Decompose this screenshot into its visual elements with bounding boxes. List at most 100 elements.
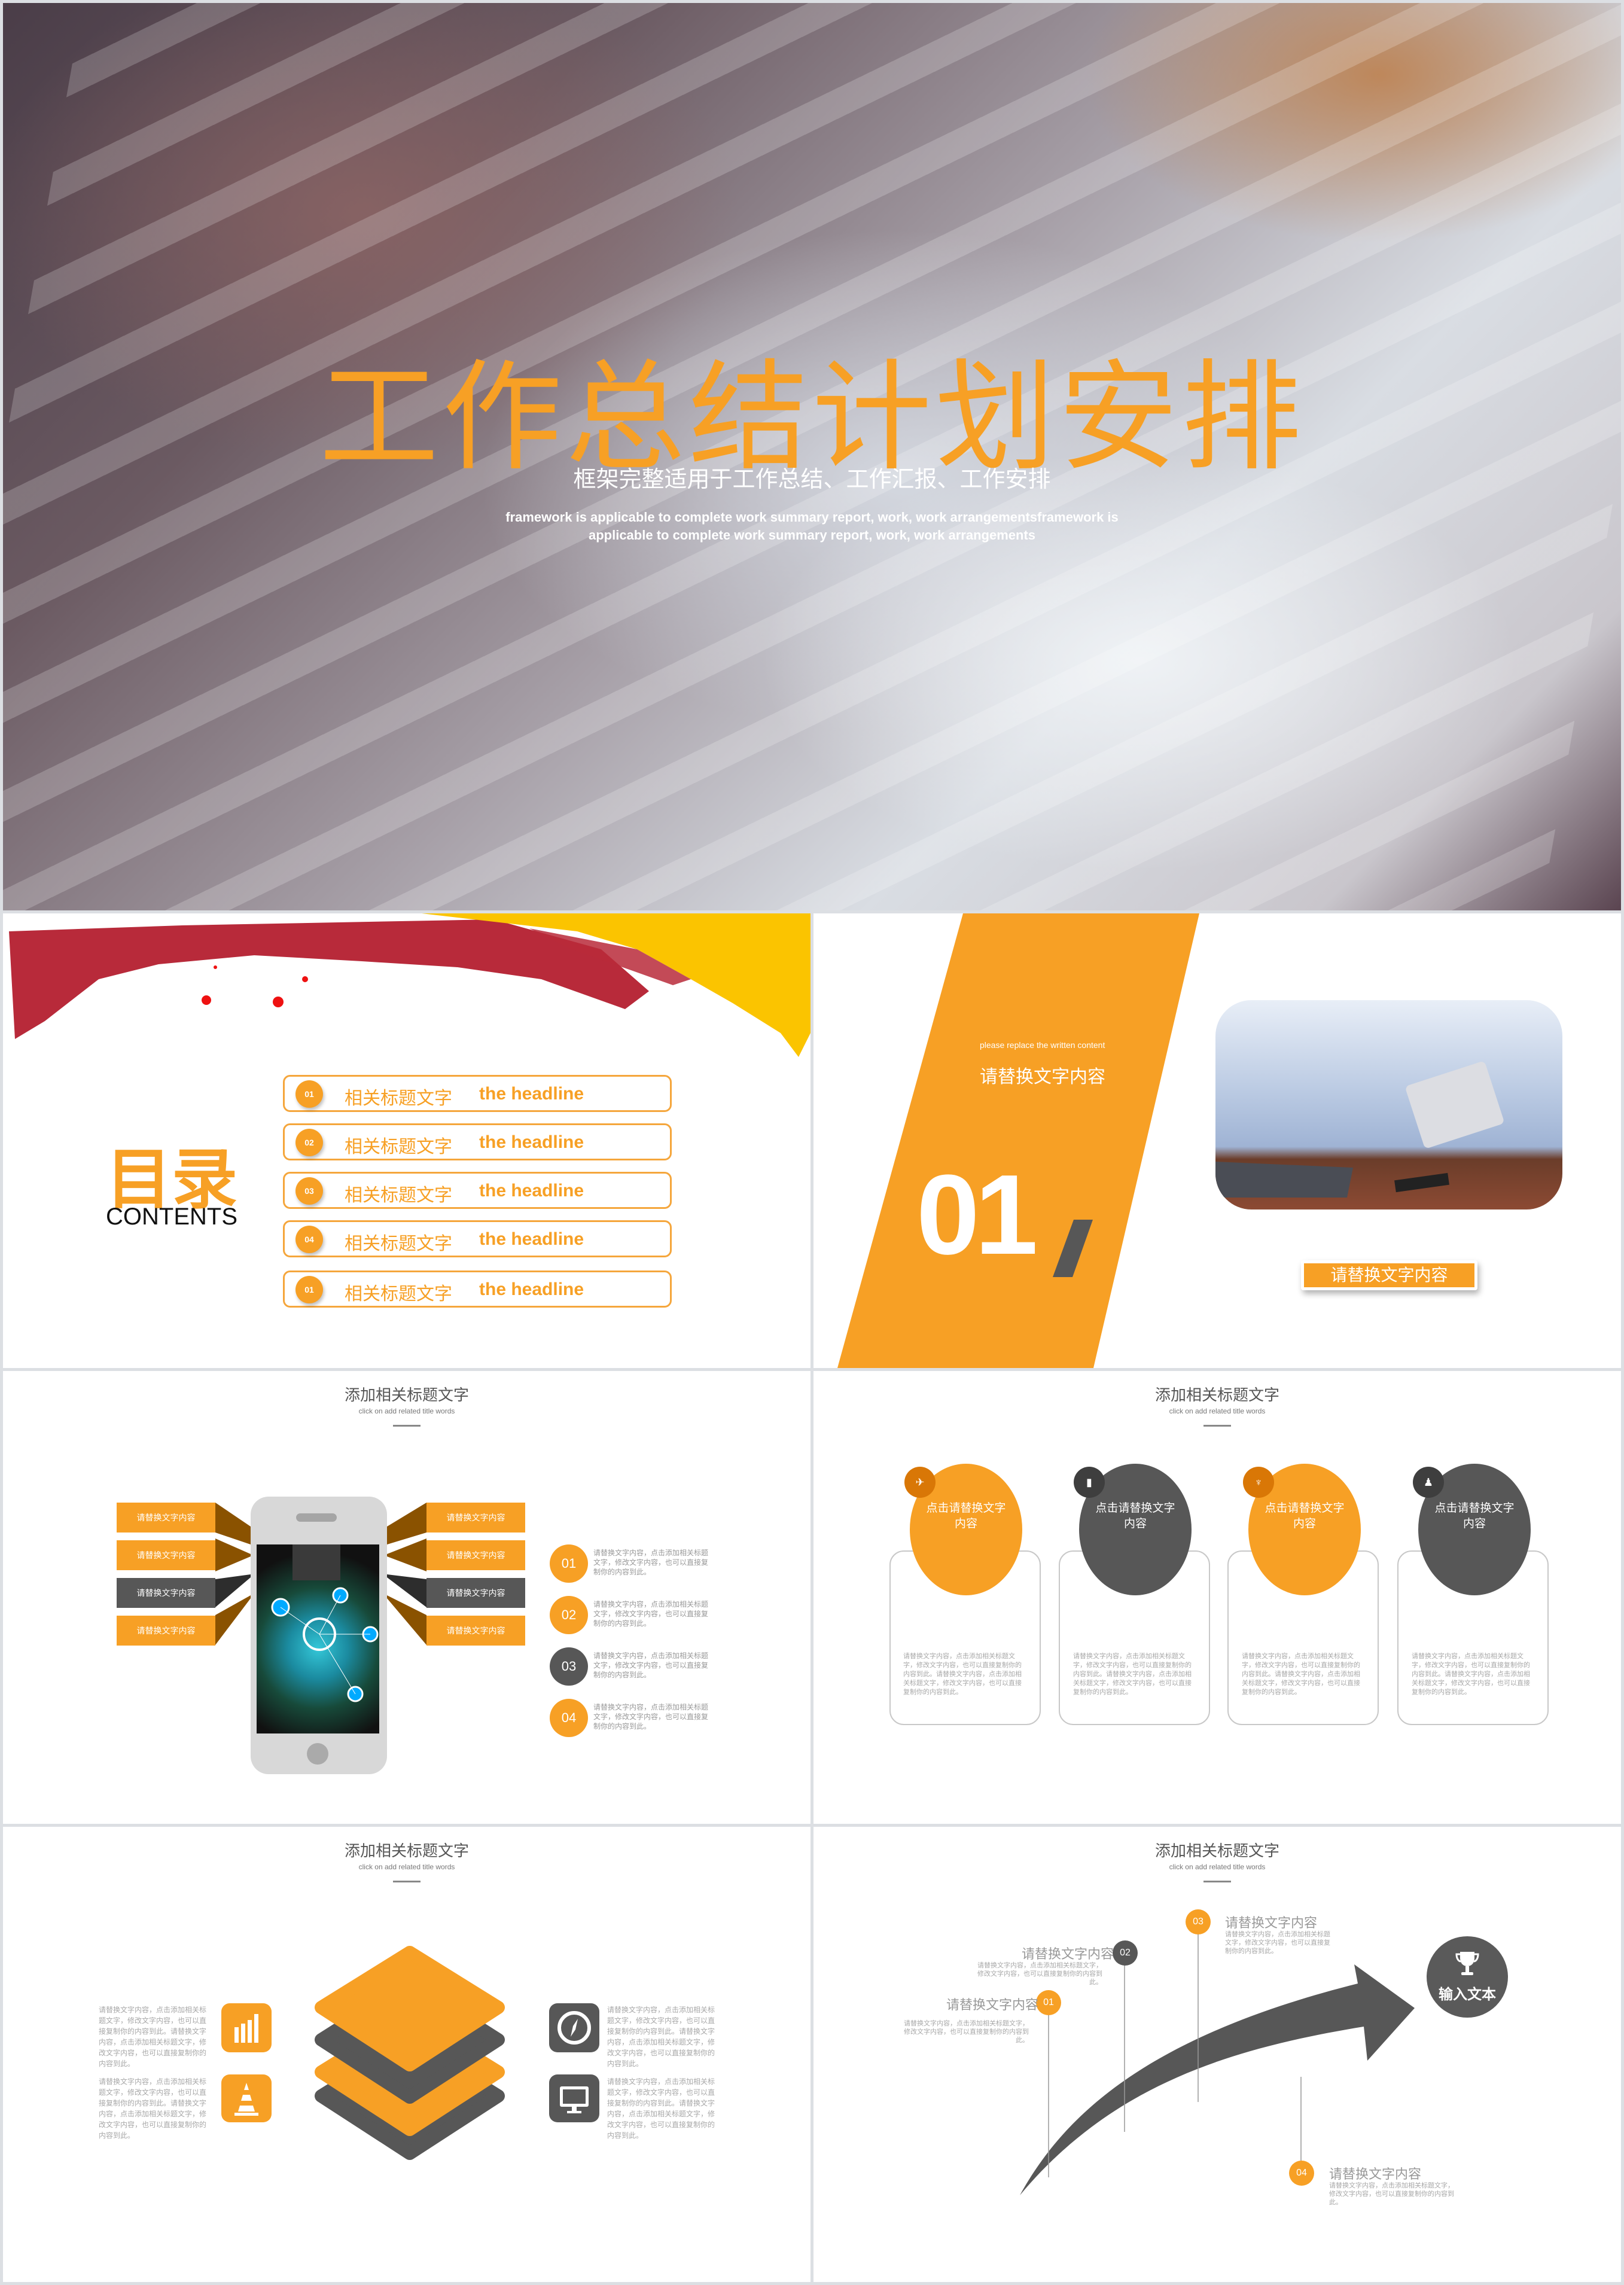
phone-right-box[interactable]: 请替换文字内容 [426, 1503, 525, 1533]
phone-home-button [307, 1743, 328, 1765]
step-number-badge: 02 [1113, 1940, 1138, 1966]
card-circle-label: 点击请替换文字内容 [1265, 1502, 1345, 1530]
toc-item-label: 相关标题文字 [345, 1234, 452, 1254]
phone-left-box[interactable]: 请替换文字内容 [117, 1503, 215, 1533]
user-icon: ♟ [1413, 1467, 1444, 1498]
replace-text-button[interactable]: 请替换文字内容 [1301, 1260, 1477, 1290]
brush-stroke-decoration [9, 913, 811, 1057]
card-circle-label: 点击请替换文字内容 [1095, 1502, 1175, 1530]
point-number-badge: 04 [550, 1699, 588, 1737]
point-number-badge: 02 [550, 1596, 588, 1634]
toc-item-label-en: the headline [479, 1084, 584, 1104]
toc-item-number: 02 [295, 1129, 323, 1156]
toc-item[interactable]: 01 相关标题文字 the headline [283, 1271, 672, 1308]
card-circle-label: 点击请替换文字内容 [926, 1502, 1006, 1530]
card-description: 请替换文字内容，点击添加相关标题文字，修改文字内容，也可以直接复制你的内容到此。… [1412, 1653, 1530, 1696]
growth-arrow-graphic [1020, 1920, 1415, 2195]
milestone-dot [1119, 2132, 1130, 2143]
toc-item-number: 01 [295, 1276, 323, 1303]
point-description: 请替换文字内容，点击添加相关标题文字，修改文字内容，也可以直接复制你的内容到此。 [593, 1652, 709, 1679]
toc-item-label: 相关标题文字 [345, 1089, 452, 1108]
diagonal-orange-band [837, 913, 1199, 1368]
cover-english-text: framework is applicable to complete work… [3, 508, 1621, 544]
card-description: 请替换文字内容，点击添加相关标题文字，修改文字内容，也可以直接复制你的内容到此。… [1073, 1653, 1192, 1696]
card-description: 请替换文字内容，点击添加相关标题文字，修改文字内容，也可以直接复制你的内容到此。… [1242, 1653, 1360, 1696]
toc-item[interactable]: 03 相关标题文字 the headline [283, 1172, 672, 1209]
cover-subtitle: 框架完整适用于工作总结、工作汇报、工作安排 [573, 467, 1051, 492]
step-heading: 请替换文字内容 [946, 1997, 1039, 2012]
phone-right-box[interactable]: 请替换文字内容 [426, 1540, 525, 1570]
point-number-badge: 03 [550, 1647, 588, 1686]
phone-left-box[interactable]: 请替换文字内容 [117, 1540, 215, 1570]
toc-item-number: 03 [295, 1177, 323, 1205]
compass-icon [549, 2003, 599, 2052]
toc-item-label-en: the headline [479, 1229, 584, 1249]
toc-item[interactable]: 02 相关标题文字 the headline [283, 1123, 672, 1160]
contents-title-en: CONTENTS [106, 1204, 237, 1230]
card-description: 请替换文字内容，点击添加相关标题文字，修改文字内容，也可以直接复制你的内容到此。… [903, 1653, 1022, 1696]
phone-left-box[interactable]: 请替换文字内容 [117, 1616, 215, 1646]
traffic-cone-icon [221, 2074, 272, 2122]
goal-label: 输入文本 [1439, 1987, 1496, 2003]
step-number-badge: 04 [1289, 2161, 1314, 2186]
point-number-badge: 01 [550, 1544, 588, 1583]
network-businessman-photo [257, 1544, 379, 1733]
step-description: 请替换文字内容，点击添加相关标题文字，修改文字内容，也可以直接复制你的内容到此。 [977, 1962, 1102, 1986]
slide-contents[interactable]: 目录 CONTENTS 01 相关标题文字 the headline 02 相关… [3, 913, 811, 1368]
layer-description: 请替换文字内容，点击添加相关标题文字，修改文字内容，也可以直接复制你的内容到此。… [99, 2077, 207, 2140]
phone-right-box[interactable]: 请替换文字内容 [426, 1616, 525, 1646]
section-heading: 请替换文字内容 [980, 1067, 1105, 1087]
slide-cover[interactable]: 工作总结计划安排 框架完整适用于工作总结、工作汇报、工作安排 framework… [3, 3, 1621, 910]
clipboard-icon: ▮ [1074, 1467, 1105, 1498]
step-heading: 请替换文字内容 [1329, 2167, 1422, 2182]
section-caption-en: please replace the written content [980, 1040, 1105, 1050]
milestone-dot [1045, 2177, 1052, 2185]
phone-right-box[interactable]: 请替换文字内容 [426, 1578, 525, 1608]
step-description: 请替换文字内容，点击添加相关标题文字，修改文字内容，也可以直接复制你的内容到此。 [904, 2020, 1029, 2044]
phone-left-box[interactable]: 请替换文字内容 [117, 1578, 215, 1608]
slide-growth-arrow[interactable]: 添加相关标题文字 click on add related title word… [813, 1827, 1621, 2282]
monitor-icon [549, 2074, 599, 2122]
toc-item[interactable]: 04 相关标题文字 the headline [283, 1220, 672, 1257]
bar-chart-icon [221, 2003, 272, 2052]
slide-stacked-layers[interactable]: 添加相关标题文字 click on add related title word… [3, 1827, 811, 2282]
toc-item-number: 01 [295, 1080, 323, 1108]
hierarchy-icon: ♆ [1243, 1467, 1274, 1498]
point-description: 请替换文字内容，点击添加相关标题文字，修改文字内容，也可以直接复制你的内容到此。 [593, 1703, 709, 1730]
title-underline [1203, 1425, 1231, 1427]
paper-plane-icon: ✈ [904, 1467, 936, 1498]
toc-item-label-en: the headline [479, 1132, 584, 1152]
point-description: 请替换文字内容，点击添加相关标题文字，修改文字内容，也可以直接复制你的内容到此。 [593, 1549, 709, 1576]
cover-english-line-1: framework is applicable to complete work… [505, 510, 1119, 525]
goal-badge[interactable]: 输入文本 [1427, 1936, 1508, 2018]
toc-item[interactable]: 01 相关标题文字 the headline [283, 1075, 672, 1112]
step-heading: 请替换文字内容 [1225, 1915, 1318, 1930]
milestone-dot [1192, 2102, 1204, 2114]
step-description: 请替换文字内容，点击添加相关标题文字，修改文字内容，也可以直接复制你的内容到此。 [1225, 1931, 1330, 1955]
card-circle-label: 点击请替换文字内容 [1434, 1502, 1515, 1530]
slide-circle-cards[interactable]: 添加相关标题文字 click on add related title word… [813, 1371, 1621, 1824]
slide-title: 添加相关标题文字 [1154, 1386, 1279, 1404]
toc-item-label: 相关标题文字 [345, 1137, 452, 1157]
step-number-badge: 03 [1186, 1909, 1211, 1934]
slide-subtitle: click on add related title words [1169, 1407, 1266, 1415]
toc-item-label-en: the headline [479, 1279, 584, 1299]
layer-description: 请替换文字内容，点击添加相关标题文字，修改文字内容，也可以直接复制你的内容到此。… [607, 2006, 715, 2068]
toc-item-label: 相关标题文字 [345, 1284, 452, 1304]
slide-phone-diagram[interactable]: 添加相关标题文字 click on add related title word… [3, 1371, 811, 1824]
layer-description: 请替换文字内容，点击添加相关标题文字，修改文字内容，也可以直接复制你的内容到此。… [607, 2077, 715, 2140]
toc-item-label: 相关标题文字 [345, 1186, 452, 1205]
step-description: 请替换文字内容，点击添加相关标题文字，修改文字内容，也可以直接复制你的内容到此。 [1329, 2182, 1454, 2206]
step-heading: 请替换文字内容 [1022, 1946, 1114, 1961]
curved-arrow [1020, 1964, 1415, 2195]
toc-item-number: 04 [295, 1226, 323, 1253]
section-number: 01 [916, 1151, 1038, 1278]
layer-description: 请替换文字内容，点击添加相关标题文字，修改文字内容，也可以直接复制你的内容到此。… [99, 2006, 207, 2068]
cover-english-line-2: applicable to complete work summary repo… [588, 528, 1035, 543]
milestone-dot [1294, 2064, 1308, 2077]
slide-section-01[interactable]: please replace the written content 请替换文字… [813, 913, 1621, 1368]
man-with-tablet-photo [1215, 1000, 1562, 1209]
phone-speaker [296, 1513, 337, 1522]
smartphone-illustration [251, 1497, 387, 1774]
toc-item-label-en: the headline [479, 1181, 584, 1201]
